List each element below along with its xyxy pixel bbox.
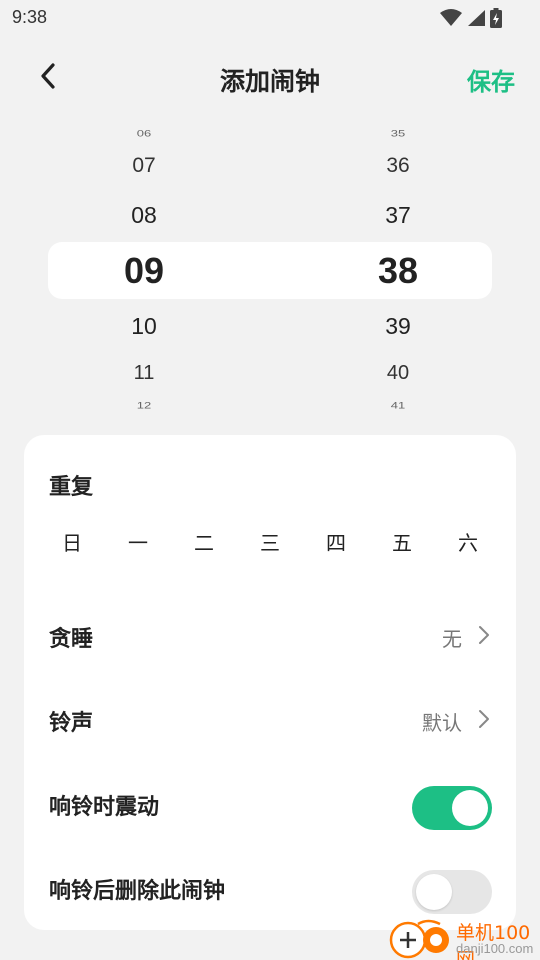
minute-option[interactable]: 37 bbox=[338, 202, 458, 229]
day-thursday[interactable]: 四 bbox=[304, 527, 368, 556]
minute-option[interactable]: 41 bbox=[338, 400, 458, 411]
delete-after-row: 响铃后删除此闹钟 bbox=[24, 858, 516, 918]
hour-option[interactable]: 08 bbox=[84, 202, 204, 229]
ringtone-row[interactable]: 铃声 默认 bbox=[24, 690, 516, 750]
delete-after-label: 响铃后删除此闹钟 bbox=[49, 879, 226, 904]
repeat-label: 重复 bbox=[49, 475, 94, 500]
hour-option[interactable]: 10 bbox=[84, 313, 204, 340]
signal-icon bbox=[466, 9, 486, 27]
snooze-row[interactable]: 贪睡 无 bbox=[24, 606, 516, 666]
ringtone-label: 铃声 bbox=[49, 711, 94, 736]
minute-option[interactable]: 40 bbox=[338, 362, 458, 385]
wifi-icon bbox=[440, 9, 462, 27]
day-monday[interactable]: 一 bbox=[106, 527, 170, 556]
toggle-knob bbox=[452, 790, 488, 826]
watermark-logo-icon bbox=[388, 916, 458, 960]
minute-option[interactable]: 36 bbox=[338, 154, 458, 178]
save-button[interactable]: 保存 bbox=[467, 62, 515, 97]
site-watermark: 单机100网 danji100.com bbox=[388, 916, 540, 960]
watermark-url: danji100.com bbox=[456, 941, 534, 956]
app-header: 添加闹钟 保存 bbox=[0, 50, 540, 106]
hour-option[interactable]: 12 bbox=[84, 400, 204, 411]
day-sunday[interactable]: 日 bbox=[40, 527, 104, 556]
time-picker: 06 07 08 09 10 11 12 35 36 37 38 39 40 4… bbox=[0, 118, 540, 418]
day-saturday[interactable]: 六 bbox=[436, 527, 500, 556]
chevron-right-icon bbox=[478, 625, 490, 649]
ringtone-value: 默认 bbox=[422, 711, 462, 735]
minute-option[interactable]: 39 bbox=[338, 313, 458, 340]
vibrate-label: 响铃时震动 bbox=[49, 795, 160, 820]
minute-wheel[interactable]: 35 36 37 38 39 40 41 bbox=[338, 118, 458, 418]
toggle-knob bbox=[416, 874, 452, 910]
snooze-label: 贪睡 bbox=[49, 627, 94, 652]
minute-option[interactable]: 35 bbox=[338, 128, 458, 139]
hour-option[interactable]: 07 bbox=[84, 154, 204, 178]
hour-selected[interactable]: 09 bbox=[84, 250, 204, 292]
minute-selected[interactable]: 38 bbox=[338, 250, 458, 292]
hour-wheel[interactable]: 06 07 08 09 10 11 12 bbox=[84, 118, 204, 418]
status-bar: 9:38 bbox=[0, 0, 540, 36]
page-title: 添加闹钟 bbox=[219, 67, 320, 96]
battery-icon bbox=[490, 8, 502, 28]
status-icons bbox=[440, 8, 502, 28]
repeat-days: 日 一 二 三 四 五 六 bbox=[40, 527, 502, 557]
hour-option[interactable]: 11 bbox=[84, 362, 204, 385]
day-wednesday[interactable]: 三 bbox=[238, 527, 302, 556]
vibrate-toggle[interactable] bbox=[412, 786, 492, 830]
chevron-right-icon bbox=[478, 709, 490, 733]
vibrate-row: 响铃时震动 bbox=[24, 774, 516, 834]
hour-option[interactable]: 06 bbox=[84, 128, 204, 139]
delete-after-toggle[interactable] bbox=[412, 870, 492, 914]
snooze-value: 无 bbox=[442, 627, 462, 651]
day-friday[interactable]: 五 bbox=[370, 527, 434, 556]
status-time: 9:38 bbox=[12, 7, 48, 27]
day-tuesday[interactable]: 二 bbox=[172, 527, 236, 556]
settings-card: 重复 日 一 二 三 四 五 六 贪睡 无 铃声 默认 响铃时震动 响铃后删除此… bbox=[24, 435, 516, 930]
